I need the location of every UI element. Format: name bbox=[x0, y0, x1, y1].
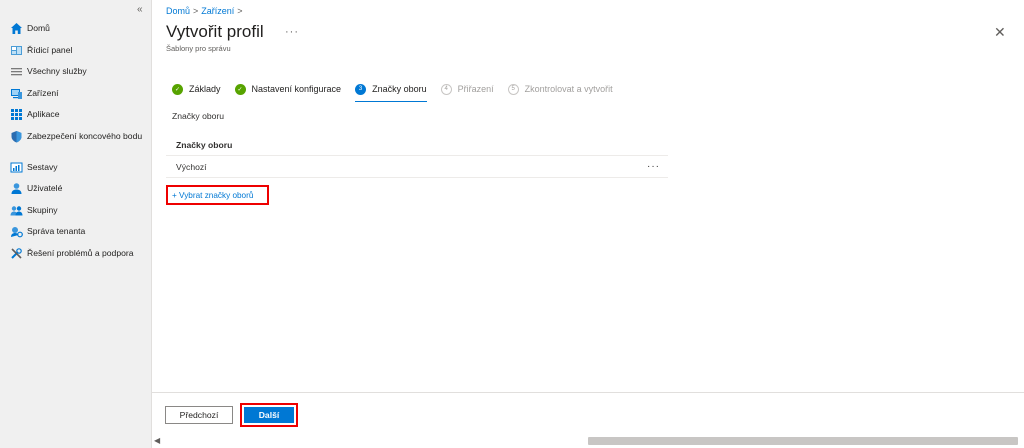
tab-assignments[interactable]: 4 Přiřazení bbox=[440, 80, 494, 98]
nav-list: Domů Řídicí panel Všechny služby Zařízen… bbox=[0, 21, 152, 267]
step-done-icon: ✓ bbox=[172, 83, 183, 95]
home-icon bbox=[11, 23, 22, 34]
main-panel: Domů > Zařízení > Vytvořit profil ··· Šablo… bbox=[152, 0, 1024, 448]
list-icon bbox=[11, 68, 22, 76]
sidebar-item-label: Skupiny bbox=[27, 204, 58, 215]
footer-bar: Předchozí Další bbox=[152, 392, 1024, 434]
wizard-steps: ✓ Základy ✓ Nastavení konfigurace 3 Znač… bbox=[172, 80, 627, 104]
sidebar-item-apps[interactable]: Aplikace bbox=[0, 107, 152, 129]
scroll-left-icon[interactable]: ◀ bbox=[154, 436, 160, 445]
sidebar-item-label: Uživatelé bbox=[27, 183, 63, 193]
tab-scope-tags[interactable]: 3 Značky oboru bbox=[355, 80, 427, 102]
step-pending-icon: 4 bbox=[440, 83, 452, 95]
sidebar-item-label: Sestavy bbox=[27, 161, 58, 172]
sidebar-item-label: Zařízení bbox=[27, 87, 59, 98]
section-label: Značky oboru bbox=[172, 111, 225, 121]
tab-basics[interactable]: ✓ Základy bbox=[172, 80, 221, 98]
row-more-icon[interactable]: ··· bbox=[647, 161, 660, 172]
scope-tags-table: Značky oboru Výchozí ··· bbox=[166, 135, 668, 178]
table-header: Značky oboru bbox=[166, 135, 668, 156]
step-label: Zkontrolovat a vytvořit bbox=[524, 84, 613, 94]
table-row: Výchozí ··· bbox=[166, 156, 668, 178]
sidebar-item-reports[interactable]: Sestavy bbox=[0, 160, 152, 182]
sidebar-item-label: Aplikace bbox=[27, 109, 60, 119]
step-label: Nastavení konfigurace bbox=[251, 84, 342, 94]
step-pending-icon: 5 bbox=[507, 83, 519, 95]
sidebar-item-label: Zabezpečení koncového bodu bbox=[27, 130, 143, 141]
collapse-nav-icon[interactable]: « bbox=[137, 4, 143, 15]
group-icon bbox=[10, 205, 23, 215]
step-label: Základy bbox=[189, 84, 221, 94]
breadcrumb-separator: > bbox=[237, 6, 243, 16]
tab-configuration-settings[interactable]: ✓ Nastavení konfigurace bbox=[234, 80, 342, 98]
sidebar-item-label: Domů bbox=[27, 23, 50, 33]
apps-icon bbox=[11, 109, 22, 120]
reports-icon bbox=[10, 162, 23, 172]
left-nav: « Domů Řídicí panel Všechny služby Zaříz… bbox=[0, 0, 152, 448]
sidebar-item-label: Správa tenanta bbox=[27, 226, 86, 236]
sidebar-item-all-services[interactable]: Všechny služby bbox=[0, 64, 152, 86]
sidebar-item-home[interactable]: Domů bbox=[0, 21, 152, 43]
step-done-icon: ✓ bbox=[234, 83, 246, 95]
sidebar-item-label: Řešení problémů a podpora bbox=[27, 247, 134, 258]
device-icon bbox=[11, 88, 22, 99]
shield-icon bbox=[11, 130, 22, 142]
next-button[interactable]: Další bbox=[244, 407, 294, 423]
troubleshoot-icon bbox=[11, 247, 22, 259]
step-current-icon: 3 bbox=[355, 83, 367, 95]
step-label: Přiřazení bbox=[457, 84, 494, 94]
page-subtitle: Šablony pro správu bbox=[166, 44, 231, 53]
table-cell: Výchozí bbox=[176, 161, 207, 172]
tab-review-create[interactable]: 5 Zkontrolovat a vytvořit bbox=[507, 80, 613, 98]
sidebar-item-dashboard[interactable]: Řídicí panel bbox=[0, 43, 152, 65]
sidebar-item-users[interactable]: Uživatelé bbox=[0, 181, 152, 203]
breadcrumb-devices-link[interactable]: Zařízení bbox=[201, 6, 234, 16]
breadcrumb: Domů > Zařízení > bbox=[166, 6, 246, 16]
step-label: Značky oboru bbox=[372, 84, 427, 94]
more-options-icon[interactable]: ··· bbox=[285, 26, 299, 38]
select-scope-tags-link[interactable]: + Vybrat značky oborů bbox=[166, 185, 269, 205]
tenant-icon bbox=[11, 227, 23, 238]
sidebar-item-label: Řídicí panel bbox=[27, 44, 73, 55]
scrollbar-thumb[interactable] bbox=[588, 437, 1018, 445]
user-icon bbox=[11, 183, 22, 194]
sidebar-item-endpoint-security[interactable]: Zabezpečení koncového bodu bbox=[0, 129, 152, 160]
sidebar-item-tenant-admin[interactable]: Správa tenanta bbox=[0, 224, 152, 246]
dashboard-icon bbox=[11, 45, 22, 55]
horizontal-scrollbar[interactable]: ◀ bbox=[152, 434, 1024, 448]
sidebar-item-groups[interactable]: Skupiny bbox=[0, 203, 152, 225]
sidebar-item-devices[interactable]: Zařízení bbox=[0, 86, 152, 108]
breadcrumb-separator: > bbox=[193, 6, 199, 16]
close-icon[interactable]: ✕ bbox=[994, 24, 1006, 41]
sidebar-item-troubleshooting[interactable]: Řešení problémů a podpora bbox=[0, 246, 152, 268]
breadcrumb-home-link[interactable]: Domů bbox=[166, 6, 190, 16]
next-button-highlight: Další bbox=[240, 403, 298, 427]
page-title: Vytvořit profil bbox=[166, 22, 264, 41]
previous-button[interactable]: Předchozí bbox=[165, 406, 233, 424]
sidebar-item-label: Všechny služby bbox=[27, 66, 87, 76]
